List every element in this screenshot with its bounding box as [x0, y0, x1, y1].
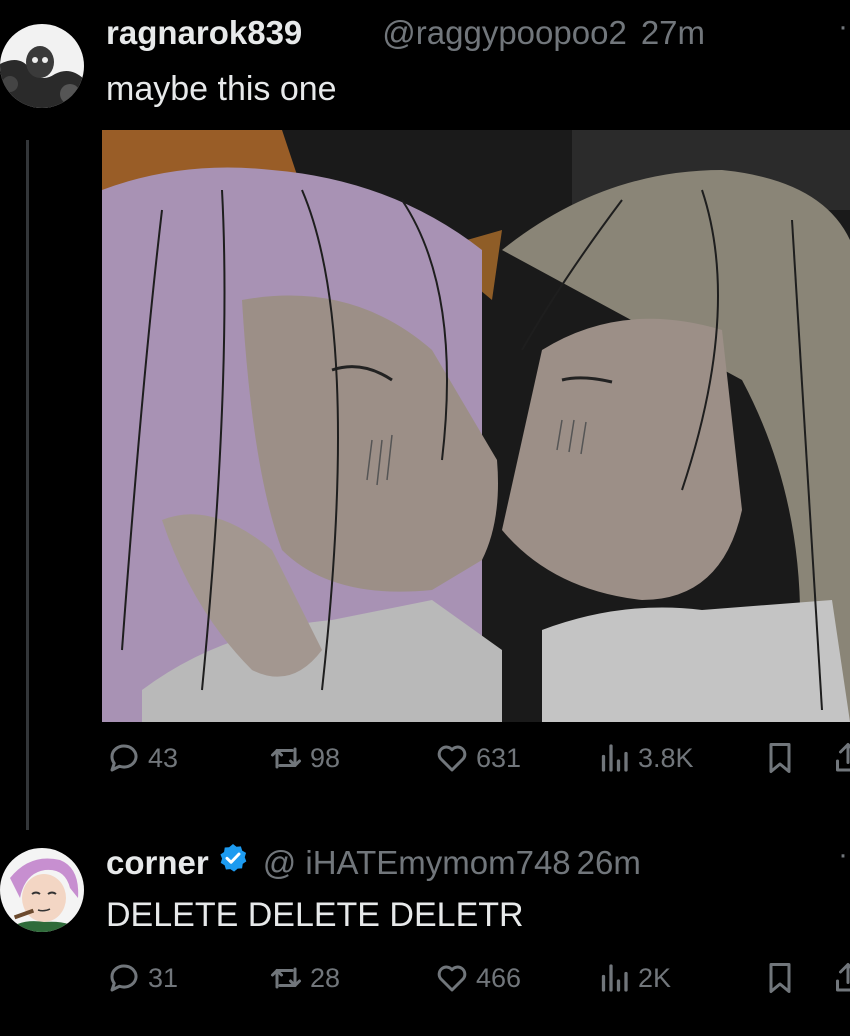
repost-button[interactable]: 98: [268, 740, 340, 776]
like-count: 466: [476, 962, 522, 993]
like-button[interactable]: 466: [434, 960, 521, 996]
user-handle[interactable]: @ iHATEmymom748: [263, 844, 571, 882]
tweet-image[interactable]: [102, 130, 850, 722]
verified-badge-icon: [220, 844, 247, 872]
reply-icon: [110, 964, 138, 992]
display-name[interactable]: ragnarok839: [106, 14, 302, 52]
avatar[interactable]: [0, 24, 84, 108]
like-icon: [437, 965, 467, 992]
bookmark-icon: [769, 963, 791, 993]
views-button[interactable]: 3.8K: [596, 740, 694, 776]
share-button[interactable]: [830, 740, 850, 776]
tweet-text: maybe this one: [106, 70, 337, 108]
views-count: 2K: [638, 962, 672, 993]
repost-button[interactable]: 28: [268, 960, 340, 996]
reply-button[interactable]: 43: [106, 740, 178, 776]
user-handle[interactable]: @raggypoopoo2: [382, 14, 627, 52]
reply-count: 43: [148, 742, 179, 773]
bookmark-button[interactable]: [762, 960, 804, 996]
timestamp[interactable]: 27m: [641, 14, 705, 52]
timestamp[interactable]: 26m: [577, 844, 641, 882]
tweet-text: DELETE DELETE DELETR: [106, 896, 524, 934]
tweet-header: ragnarok839 @raggypoopoo2 27m: [106, 14, 705, 52]
more-icon[interactable]: ·: [838, 10, 848, 44]
share-icon: [836, 743, 850, 772]
reply-icon: [110, 744, 138, 772]
repost-icon: [271, 747, 301, 769]
repost-count: 98: [310, 742, 341, 773]
reply-button[interactable]: 31: [106, 960, 178, 996]
more-icon[interactable]: ·: [838, 838, 848, 872]
views-icon: [601, 964, 628, 992]
tweet-header: corner @ iHATEmymom748 26m: [106, 842, 641, 882]
display-name[interactable]: corner: [106, 844, 209, 882]
repost-icon: [271, 967, 301, 989]
thread-connector-line: [26, 140, 29, 830]
reply-count: 31: [148, 962, 179, 993]
views-button[interactable]: 2K: [596, 960, 671, 996]
like-icon: [437, 745, 467, 772]
like-count: 631: [476, 742, 522, 773]
views-count: 3.8K: [638, 742, 694, 773]
tweet-actions: 43 98 631 3.8K: [106, 740, 850, 786]
bookmark-button[interactable]: [762, 740, 804, 776]
bookmark-icon: [769, 743, 791, 773]
like-button[interactable]: 631: [434, 740, 521, 776]
share-button[interactable]: [830, 960, 850, 996]
avatar[interactable]: [0, 848, 84, 932]
tweet-actions: 31 28 466 2K: [106, 960, 850, 1006]
views-icon: [601, 744, 628, 772]
repost-count: 28: [310, 962, 341, 993]
share-icon: [836, 963, 850, 992]
